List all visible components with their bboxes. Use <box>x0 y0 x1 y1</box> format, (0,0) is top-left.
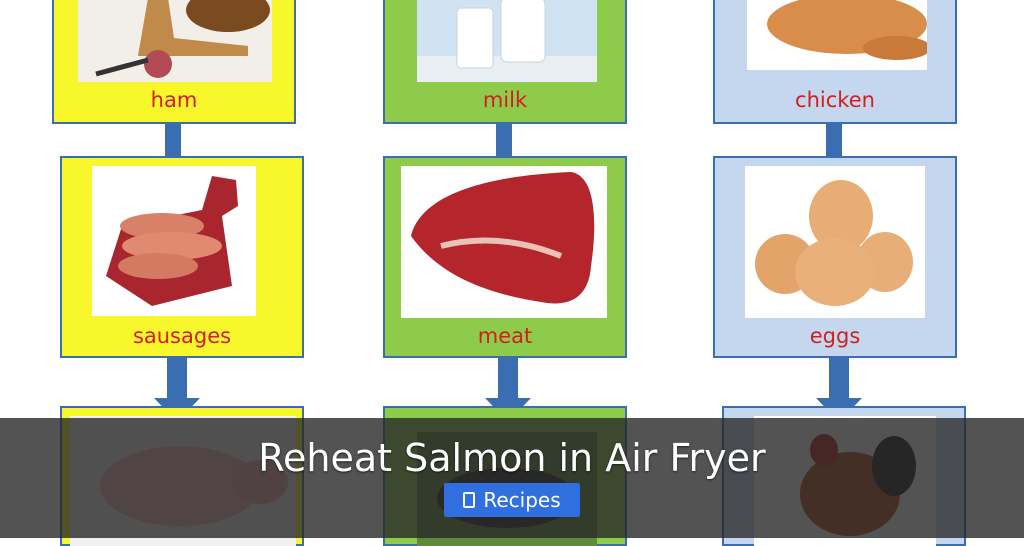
card-sausages: sausages <box>60 156 304 358</box>
recipes-tag-label: Recipes <box>483 488 561 512</box>
chicken-label: chicken <box>795 88 875 112</box>
milk-image <box>417 0 597 82</box>
card-milk: milk <box>383 0 627 124</box>
card-chicken: chicken <box>713 0 957 124</box>
eggs-image <box>745 166 925 318</box>
connector-chicken-eggs <box>826 122 842 158</box>
card-eggs: eggs <box>713 156 957 358</box>
meat-label: meat <box>477 324 533 348</box>
card-meat: meat <box>383 156 627 358</box>
meat-image <box>401 166 607 318</box>
ham-image <box>78 0 272 82</box>
sausages-image <box>92 166 256 316</box>
milk-label: milk <box>482 88 528 112</box>
folder-icon <box>463 492 476 508</box>
page-title: Reheat Salmon in Air Fryer <box>258 436 766 480</box>
eggs-label: eggs <box>809 324 861 348</box>
connector-ham-sausages <box>165 122 181 158</box>
chicken-image <box>747 0 927 70</box>
recipes-tag-button[interactable]: Recipes <box>444 483 580 517</box>
connector-milk-meat <box>496 122 512 158</box>
card-ham: ham <box>52 0 296 124</box>
sausages-label: sausages <box>132 324 232 348</box>
ham-label: ham <box>150 88 198 112</box>
